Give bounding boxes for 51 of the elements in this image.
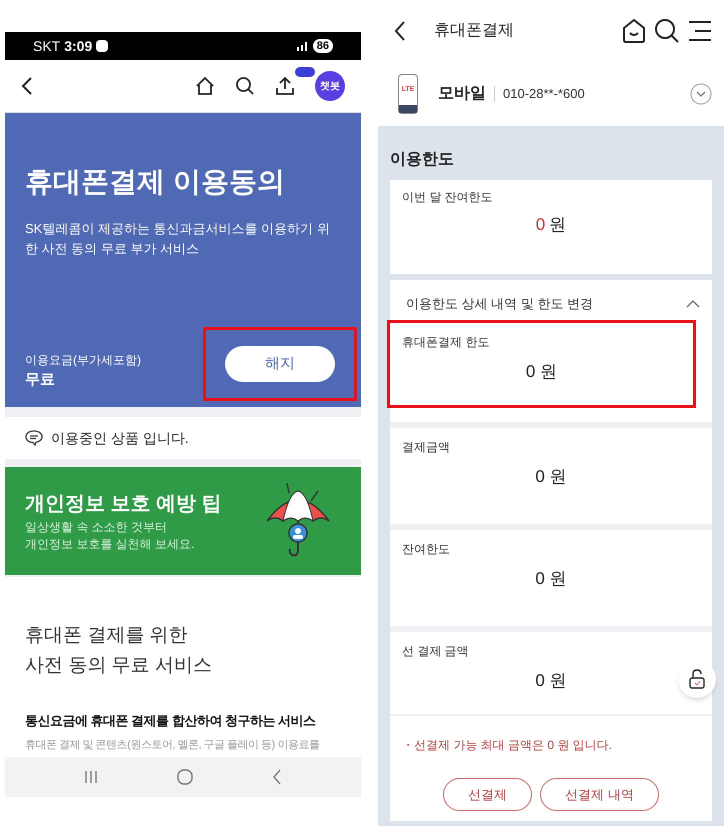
phone-number: 010-28**-*600 [503, 85, 585, 104]
row-amount: 0 원 [535, 466, 567, 488]
carrier-text: SKT [33, 36, 60, 56]
share-icon[interactable] [275, 76, 295, 96]
section-heading: 휴대폰 결제를 위한 [25, 624, 189, 648]
row-amount: 0 원 [526, 361, 558, 383]
menu-icon[interactable] [688, 20, 712, 42]
section-subheading: 통신요금에 휴대폰 결제를 합산하여 청구하는 서비스 [25, 712, 317, 730]
row-label: 휴대폰결제 한도 [402, 334, 490, 351]
tip-text: 일상생활 속 소소한 것부터 [25, 519, 168, 536]
fee-label: 이용요금(부가세포함) [25, 352, 141, 368]
line-type: 모바일 [438, 84, 486, 104]
home-icon[interactable] [622, 18, 646, 44]
limit-amount: 0 [536, 214, 546, 236]
tip-title: 개인정보 보호 예방 팁 [25, 492, 222, 517]
section-title: 이용한도 [390, 150, 455, 170]
row-amount: 0 원 [535, 568, 567, 590]
signal-icon [294, 41, 309, 51]
speech-bubble-icon [25, 430, 43, 446]
tip-banner[interactable]: 개인정보 보호 예방 팁 일상생활 속 소소한 것부터 개인정보 보호를 실천해 보세요. [5, 467, 361, 575]
search-icon[interactable] [654, 18, 680, 44]
section-body: 휴대폰 결제 및 콘텐츠(원스토어, 멜론, 구글 플레이 등) 이용료를 [25, 738, 320, 752]
notice-text: 이용중인 상품 입니다. [51, 428, 189, 448]
tip-text: 개인정보 보호를 실천해 보세요. [25, 536, 196, 553]
currency-unit: 원 [549, 214, 566, 236]
cancel-button[interactable]: 해지 [225, 346, 335, 382]
chatbot-button[interactable]: 챗봇 [315, 71, 345, 101]
row-amount: 0 원 [535, 670, 567, 692]
limit-label: 이번 달 잔여한도 [402, 189, 494, 206]
dropdown-icon[interactable] [690, 83, 712, 105]
recent-apps-icon[interactable] [84, 770, 98, 784]
back-icon[interactable] [21, 76, 33, 96]
home-button-icon[interactable] [176, 769, 193, 785]
battery-level: 86 [312, 39, 333, 53]
limit-note: ・선결제 가능 최대 금액은 0 원 입니다. [402, 737, 612, 754]
search-icon[interactable] [235, 76, 255, 96]
hero-description: SK텔레콤이 제공하는 통신과금서비스를 이용하기 위한 사전 동의 무료 부가 서비스 [25, 220, 331, 258]
action-button[interactable]: 선결제 [443, 778, 532, 811]
home-icon[interactable] [195, 76, 215, 96]
hero-title: 휴대폰결제 이용동의 [25, 165, 286, 199]
detail-header[interactable]: 이용한도 상세 내역 및 한도 변경 [390, 280, 712, 320]
action-button[interactable]: 선결제 내역 [540, 778, 659, 811]
padlock-icon [689, 669, 705, 689]
back-icon[interactable] [394, 20, 406, 42]
page-title: 휴대폰결제 [434, 21, 514, 41]
section-heading: 사전 동의 무료 서비스 [25, 654, 213, 678]
fee-value: 무료 [25, 370, 56, 390]
row-label: 잔여한도 [402, 541, 451, 558]
time-text: 3:09 [64, 36, 92, 56]
row-label: 선 결제 금액 [402, 643, 470, 660]
row-label: 결제금액 [402, 439, 451, 456]
